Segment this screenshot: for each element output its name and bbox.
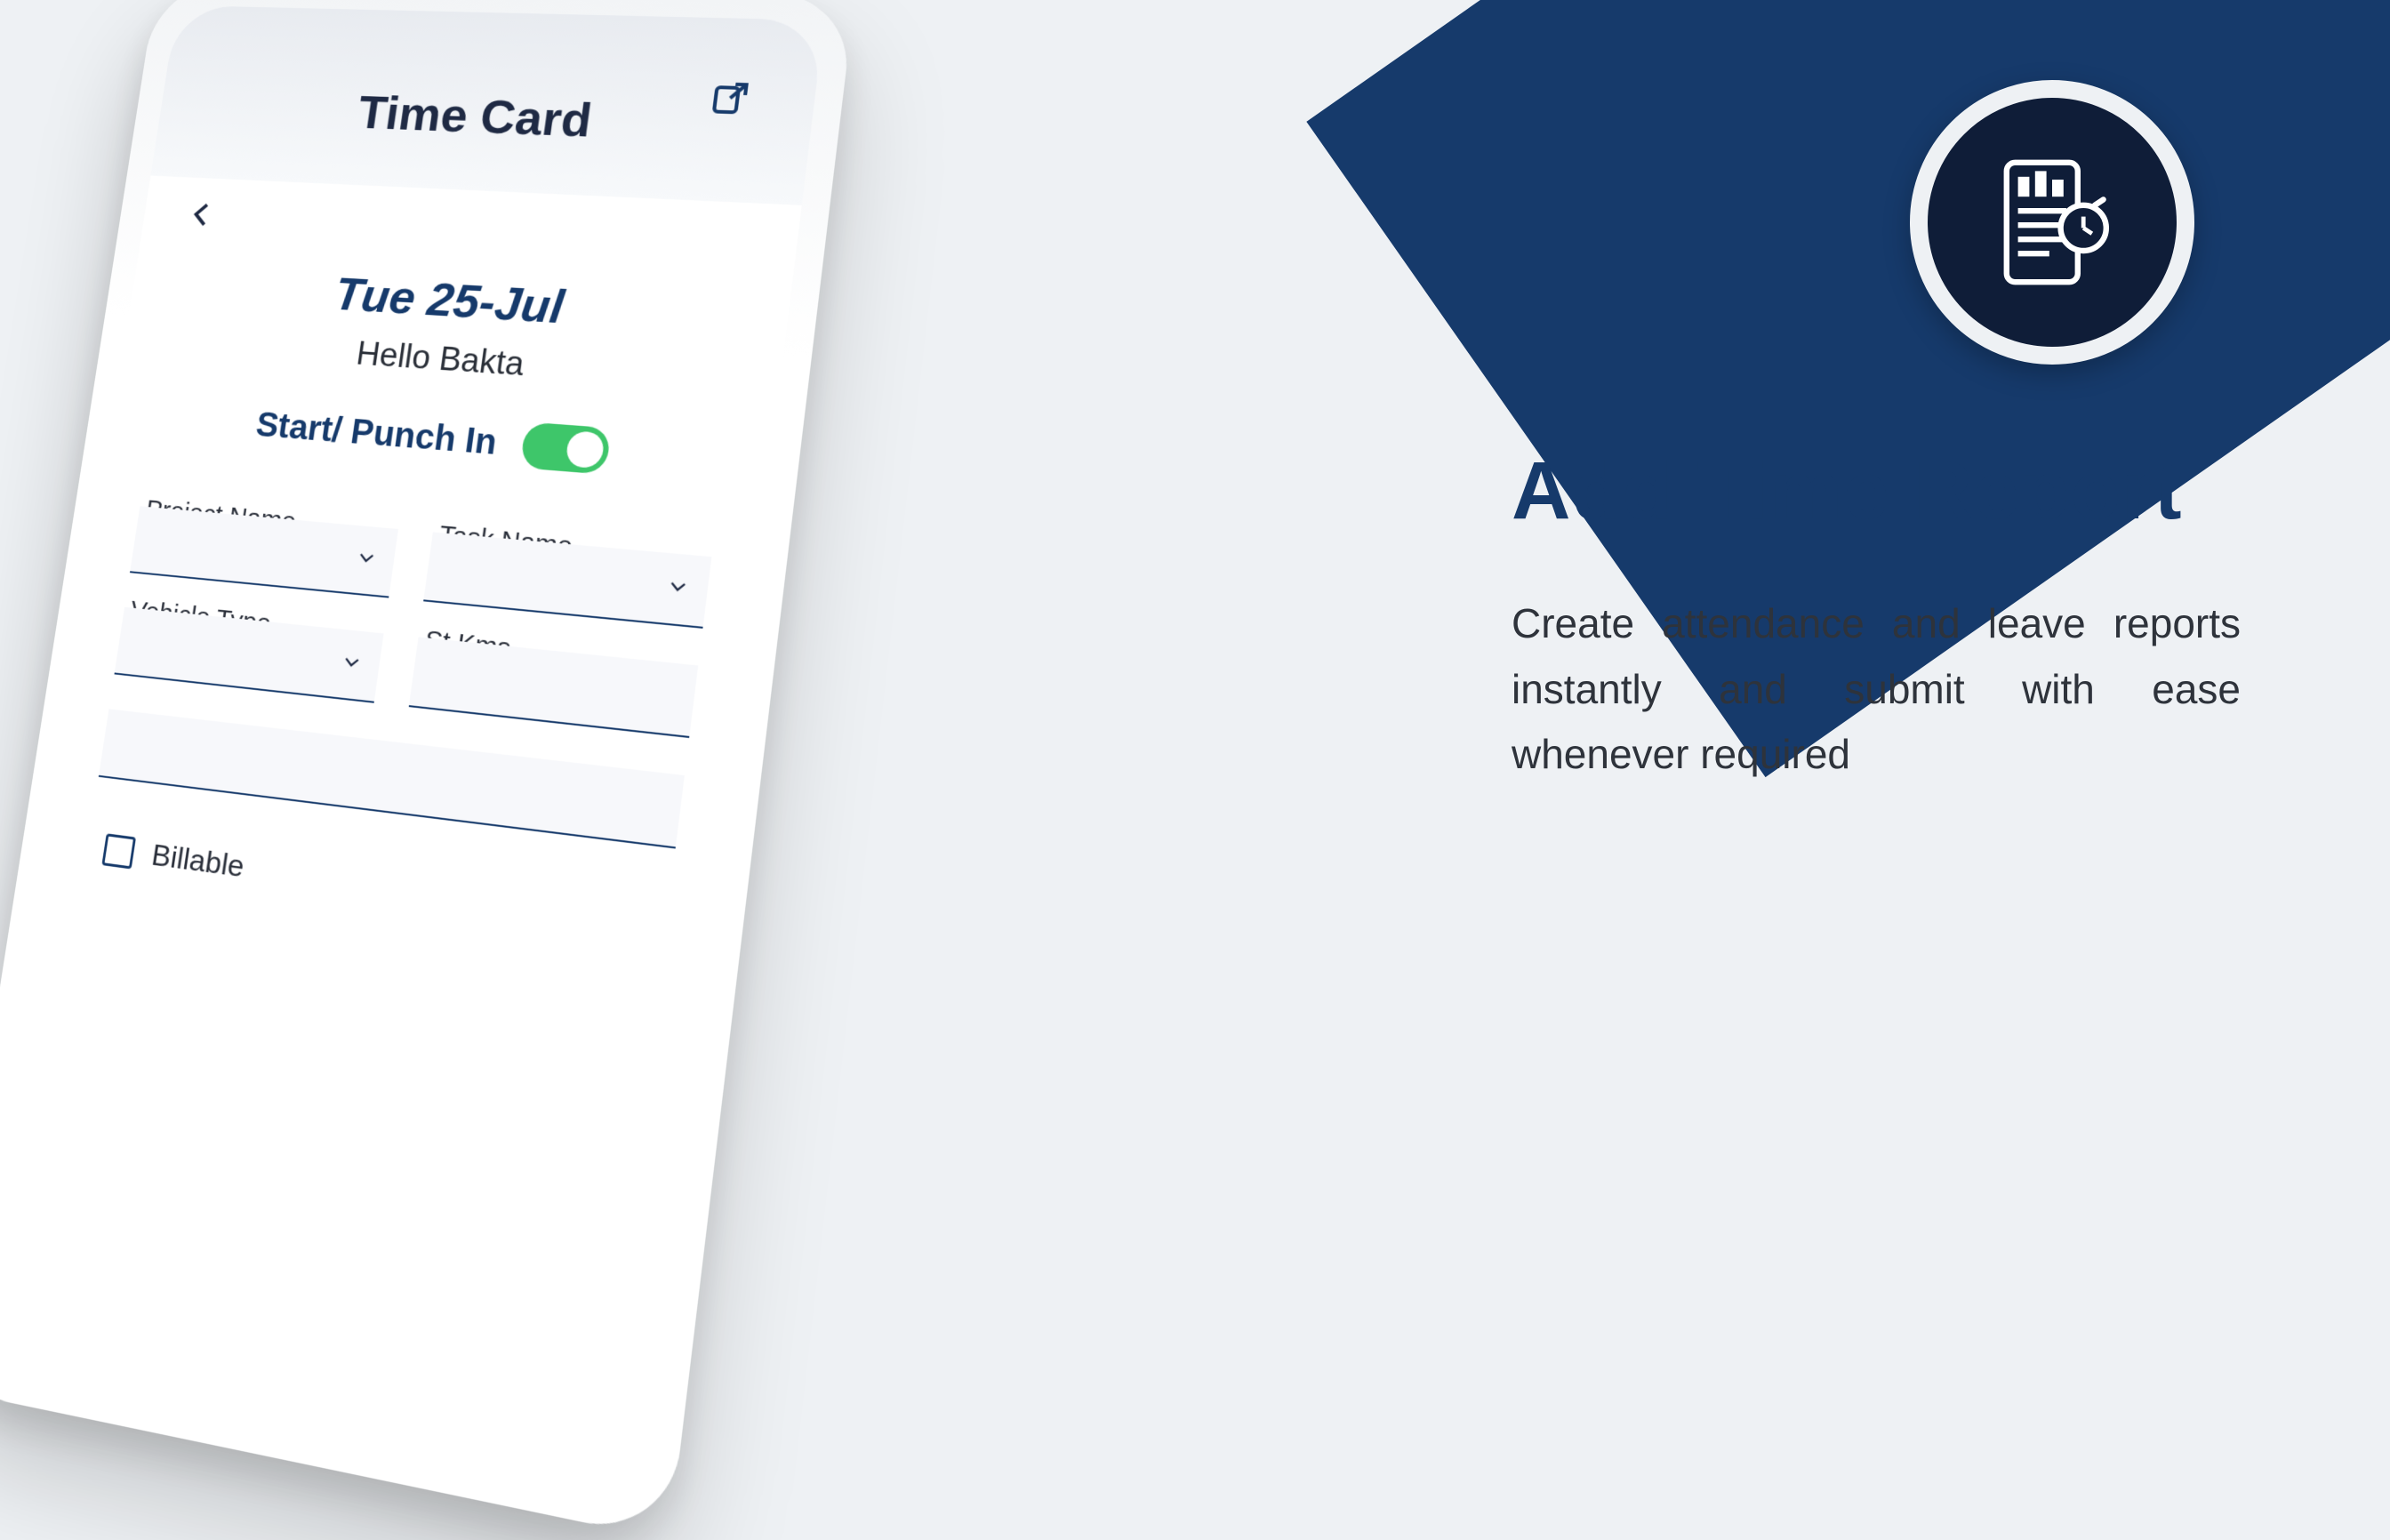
chevron-down-icon xyxy=(662,573,692,606)
punch-in-toggle[interactable] xyxy=(520,421,612,474)
project-name-select[interactable]: Project Name xyxy=(130,506,398,598)
punch-in-label: Start/ Punch In xyxy=(253,405,499,463)
chevron-down-icon xyxy=(337,648,365,680)
vehicle-type-select[interactable]: Vehicle Type xyxy=(114,607,383,703)
report-clock-icon xyxy=(1981,151,2123,293)
feature-title: Add Time Report xyxy=(1512,445,2241,538)
extra-input[interactable] xyxy=(99,709,685,848)
phone-mockup: Time Card Tue 25-Jul Hello Bakta xyxy=(0,0,855,1540)
billable-checkbox[interactable] xyxy=(101,833,136,869)
share-export-icon xyxy=(706,76,755,120)
st-kms-input[interactable]: St Kms xyxy=(409,637,699,738)
feature-badge xyxy=(1910,80,2194,365)
app-header: Time Card xyxy=(150,5,824,205)
billable-label: Billable xyxy=(149,838,246,885)
back-arrow-icon xyxy=(179,194,223,236)
feature-description: Create attendance and leave reports inst… xyxy=(1512,591,2241,788)
feature-block: Add Time Report Create attendance and le… xyxy=(1512,445,2241,788)
export-button[interactable] xyxy=(698,69,763,127)
chevron-down-icon xyxy=(352,544,381,575)
task-name-select[interactable]: Task Name xyxy=(423,532,711,628)
